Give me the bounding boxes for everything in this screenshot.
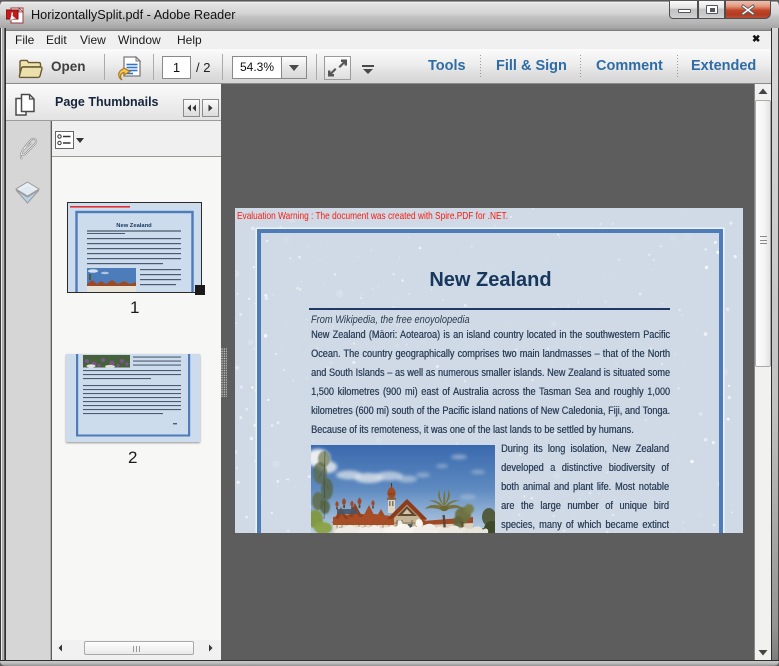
svg-text:New Zealand: New Zealand <box>116 223 152 229</box>
